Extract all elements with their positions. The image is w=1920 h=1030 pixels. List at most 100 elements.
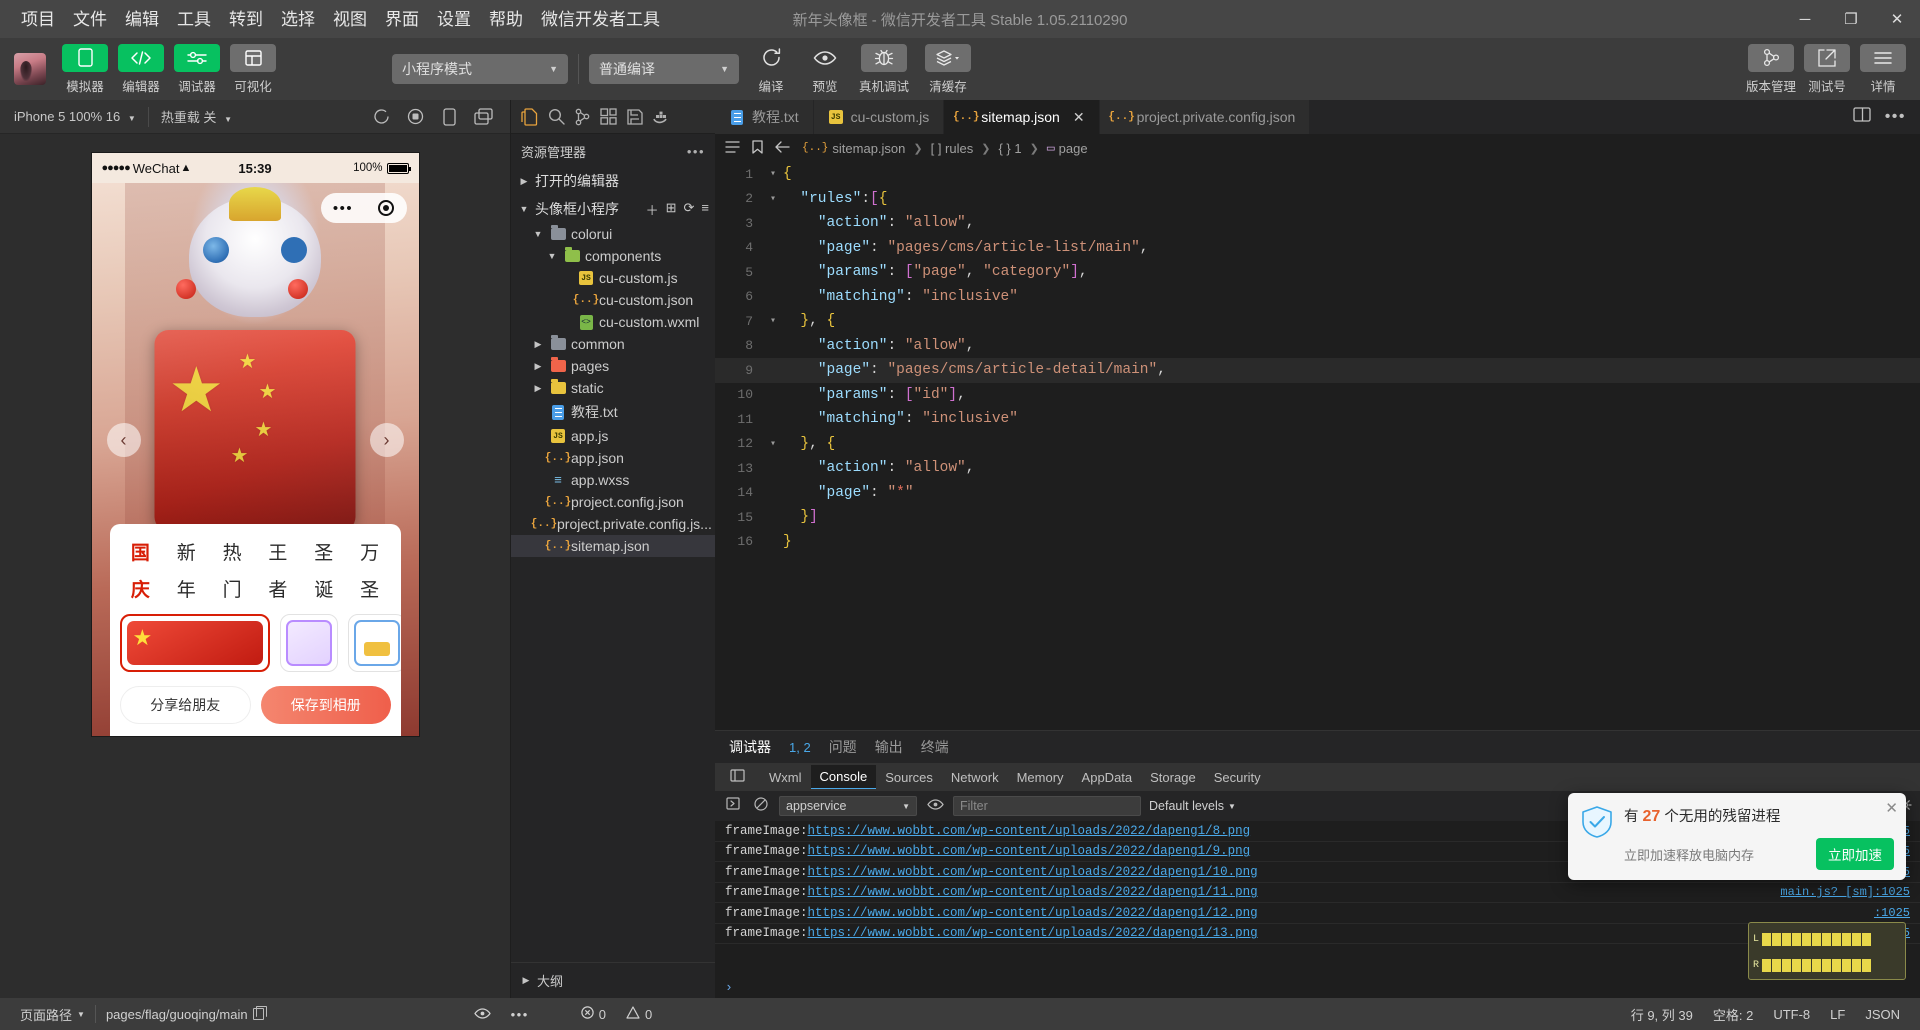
- toggle-editor[interactable]: 编辑器: [118, 44, 164, 95]
- save-to-album-button[interactable]: 保存到相册: [261, 686, 391, 724]
- close-button[interactable]: ✕: [1874, 0, 1920, 38]
- wechat-capsule[interactable]: •••: [321, 193, 407, 223]
- tree-item[interactable]: ▶static: [511, 377, 715, 399]
- fold-toggle-icon[interactable]: ▾: [763, 168, 783, 180]
- word-item[interactable]: 新: [163, 538, 209, 565]
- compile-select[interactable]: 普通编译 ▼: [589, 54, 739, 84]
- status-page-path-label[interactable]: 页面路径 ▼: [10, 1005, 95, 1024]
- devtools-tab-appdata[interactable]: AppData: [1073, 766, 1142, 789]
- code-line[interactable]: 3 "action": "allow",: [715, 211, 1920, 236]
- console-link[interactable]: https://www.wobbt.com/wp-content/uploads…: [808, 844, 1251, 858]
- mode-select[interactable]: 小程序模式 ▼: [392, 54, 568, 84]
- status-errors[interactable]: 0: [571, 1006, 616, 1022]
- code-line[interactable]: 7▾ }, {: [715, 309, 1920, 334]
- fold-toggle-icon[interactable]: ▾: [763, 315, 783, 327]
- console-source-link[interactable]: main.js? [sm]:1025: [1780, 885, 1910, 899]
- tree-item[interactable]: {..}project.config.json: [511, 491, 715, 513]
- menu-item-settings[interactable]: 设置: [428, 7, 480, 32]
- chevron-down-icon[interactable]: ▼: [531, 229, 545, 239]
- save-icon[interactable]: [627, 109, 643, 125]
- word-item[interactable]: 万: [347, 538, 393, 565]
- more-icon[interactable]: •••: [687, 144, 705, 159]
- code-line[interactable]: 4 "page": "pages/cms/article-list/main",: [715, 236, 1920, 261]
- execute-icon[interactable]: [723, 797, 743, 815]
- tab-project-private-config-json[interactable]: {..} project.private.config.json: [1100, 100, 1311, 134]
- panel-tab-output[interactable]: 输出: [875, 737, 903, 757]
- test-account-button[interactable]: 测试号: [1804, 44, 1850, 95]
- tree-item[interactable]: {..}project.private.config.js...: [511, 513, 715, 535]
- word-item[interactable]: 圣: [347, 575, 393, 602]
- bookmark-icon[interactable]: [752, 140, 763, 157]
- docker-icon[interactable]: [653, 110, 671, 124]
- tree-item[interactable]: {..}cu-custom.json: [511, 289, 715, 311]
- frame-thumbnail[interactable]: [348, 614, 401, 672]
- status-warnings[interactable]: 0: [616, 1006, 662, 1022]
- new-folder-icon[interactable]: ⊞: [666, 200, 677, 219]
- close-icon[interactable]: ✕: [1073, 109, 1085, 126]
- more-icon[interactable]: •••: [1885, 108, 1906, 126]
- panel-tab-problems[interactable]: 问题: [829, 737, 857, 757]
- panel-tab-terminal[interactable]: 终端: [921, 737, 949, 757]
- chevron-right-icon[interactable]: ▶: [531, 339, 545, 350]
- tree-item[interactable]: ▼colorui: [511, 223, 715, 245]
- clear-cache-button[interactable]: 清缓存: [921, 44, 975, 95]
- menu-item-help[interactable]: 帮助: [480, 7, 532, 32]
- tree-item[interactable]: {..}sitemap.json: [511, 535, 715, 557]
- word-item[interactable]: 热: [209, 538, 255, 565]
- collapse-icon[interactable]: ≡: [701, 200, 709, 219]
- breadcrumb-file[interactable]: {..} sitemap.json: [802, 141, 905, 156]
- chevron-right-icon[interactable]: ▶: [531, 361, 545, 372]
- tab-sitemap-json[interactable]: {..} sitemap.json ✕: [944, 100, 1099, 134]
- devtools-tab-memory[interactable]: Memory: [1008, 766, 1073, 789]
- console-prompt[interactable]: ›: [715, 976, 1920, 998]
- eye-icon[interactable]: [925, 797, 945, 815]
- status-more-button[interactable]: •••: [501, 1007, 539, 1022]
- menu-item-project[interactable]: 项目: [12, 7, 64, 32]
- fold-toggle-icon[interactable]: ▾: [763, 193, 783, 205]
- menu-item-edit[interactable]: 编辑: [116, 7, 168, 32]
- tree-item[interactable]: {..}app.json: [511, 447, 715, 469]
- context-select[interactable]: appservice ▼: [779, 796, 917, 816]
- menu-item-tools[interactable]: 工具: [168, 7, 220, 32]
- devtools-tab-sources[interactable]: Sources: [876, 766, 942, 789]
- toggle-visualizer[interactable]: 可视化: [230, 44, 276, 95]
- clear-console-icon[interactable]: [751, 797, 771, 816]
- chevron-down-icon[interactable]: ▼: [545, 251, 559, 261]
- console-link[interactable]: https://www.wobbt.com/wp-content/uploads…: [808, 926, 1258, 940]
- code-line[interactable]: 6 "matching": "inclusive": [715, 285, 1920, 310]
- inspect-element-icon[interactable]: [721, 765, 754, 789]
- status-eye-button[interactable]: [464, 1007, 501, 1022]
- console-link[interactable]: https://www.wobbt.com/wp-content/uploads…: [808, 824, 1251, 838]
- tree-item[interactable]: JSapp.js: [511, 425, 715, 447]
- close-icon[interactable]: ✕: [1885, 799, 1898, 817]
- code-line[interactable]: 2▾ "rules":[{: [715, 187, 1920, 212]
- code-line[interactable]: 14 "page": "*": [715, 481, 1920, 506]
- refresh-icon[interactable]: ⟳: [684, 200, 695, 219]
- status-page-path[interactable]: pages/flag/guoqing/main: [96, 1007, 274, 1022]
- console-link[interactable]: https://www.wobbt.com/wp-content/uploads…: [808, 906, 1258, 920]
- word-item[interactable]: 门: [209, 575, 255, 602]
- previous-frame-button[interactable]: ‹: [107, 423, 141, 457]
- word-item[interactable]: 诞: [301, 575, 347, 602]
- word-item[interactable]: 者: [255, 575, 301, 602]
- version-control-button[interactable]: 版本管理: [1748, 44, 1794, 95]
- status-cursor-position[interactable]: 行 9, 列 39: [1621, 1005, 1703, 1024]
- search-icon[interactable]: [548, 108, 565, 125]
- menu-item-select[interactable]: 选择: [272, 7, 324, 32]
- code-editor[interactable]: 1▾{2▾ "rules":[{3 "action": "allow",4 "p…: [715, 162, 1920, 730]
- real-device-debug-button[interactable]: 真机调试: [857, 44, 911, 95]
- console-filter-input[interactable]: Filter: [953, 796, 1141, 816]
- split-editor-icon[interactable]: [1853, 107, 1871, 127]
- record-icon[interactable]: [400, 104, 430, 130]
- tree-item[interactable]: ▶common: [511, 333, 715, 355]
- code-line[interactable]: 9 "page": "pages/cms/article-detail/main…: [715, 358, 1920, 383]
- files-icon[interactable]: [521, 108, 538, 126]
- console-source-link[interactable]: :1025: [1874, 906, 1910, 920]
- code-line[interactable]: 15 }]: [715, 505, 1920, 530]
- code-line[interactable]: 12▾ }, {: [715, 432, 1920, 457]
- fold-toggle-icon[interactable]: ▾: [763, 438, 783, 450]
- code-line[interactable]: 11 "matching": "inclusive": [715, 407, 1920, 432]
- word-item[interactable]: 年: [163, 575, 209, 602]
- copy-icon[interactable]: [253, 1008, 264, 1020]
- breadcrumb-rules[interactable]: [ ] rules: [931, 141, 974, 156]
